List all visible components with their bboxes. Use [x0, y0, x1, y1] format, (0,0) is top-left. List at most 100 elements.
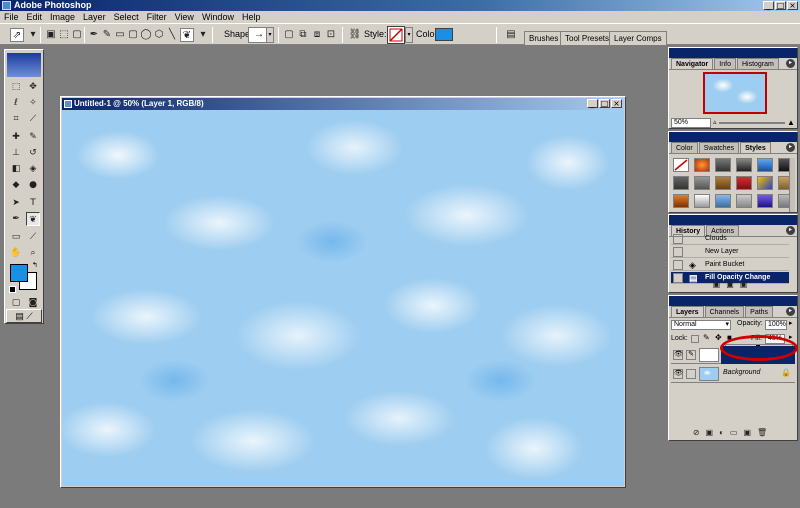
style-none-swatch[interactable]	[673, 158, 689, 172]
layer-link-box[interactable]	[686, 369, 696, 379]
zoom-tool-icon[interactable]: ⌕	[26, 246, 40, 260]
path-selection-tool-icon[interactable]: ➤	[9, 196, 23, 210]
tab-navigator[interactable]: Navigator	[671, 58, 714, 69]
blend-mode-select[interactable]: Normal ▾	[671, 320, 731, 330]
tab-info[interactable]: Info	[714, 58, 736, 69]
healing-brush-tool-icon[interactable]: ✚	[9, 130, 23, 144]
tab-channels[interactable]: Channels	[704, 306, 745, 317]
tab-color[interactable]: Color	[671, 142, 698, 153]
blur-tool-icon[interactable]: ◆	[9, 178, 23, 192]
tab-swatches[interactable]: Swatches	[698, 142, 740, 153]
maximize-button[interactable]: □	[775, 1, 786, 10]
navigator-zoom-field[interactable]: 50%	[671, 118, 711, 128]
menu-view[interactable]: View	[171, 11, 198, 23]
history-item[interactable]: Clouds	[671, 233, 789, 245]
menu-layer[interactable]: Layer	[79, 11, 110, 23]
custom-shape-icon[interactable]: ❦	[180, 28, 194, 42]
style-picker-arrow-icon[interactable]: ▾	[405, 27, 413, 43]
shape-color-swatch[interactable]	[435, 28, 453, 41]
eye-icon[interactable]: 👁	[673, 369, 683, 379]
style-swatch[interactable]	[694, 176, 710, 190]
palette-header[interactable]	[669, 48, 797, 58]
foreground-color-swatch[interactable]	[10, 264, 28, 282]
new-shape-layer-icon[interactable]: ▢	[282, 28, 296, 42]
tab-paths[interactable]: Paths	[745, 306, 774, 317]
style-swatch[interactable]	[736, 158, 752, 172]
palette-header[interactable]	[669, 215, 797, 225]
crop-tool-icon[interactable]: ⌗	[9, 112, 23, 126]
history-snapshot-checkbox[interactable]	[673, 260, 683, 270]
style-swatch[interactable]	[673, 176, 689, 190]
palette-menu-icon[interactable]: ▸	[786, 143, 795, 152]
style-swatch[interactable]	[715, 194, 731, 208]
shape-layers-icon[interactable]: ▣	[44, 28, 58, 42]
shape-picker-arrow-icon[interactable]: ▾	[266, 27, 274, 43]
well-tab-layer-comps[interactable]: Layer Comps	[609, 31, 667, 45]
doc-close-button[interactable]: ×	[611, 99, 622, 108]
palette-menu-icon[interactable]: ▸	[786, 59, 795, 68]
style-swatch[interactable]	[757, 194, 773, 208]
lock-position-icon[interactable]: ✥	[715, 333, 722, 342]
opacity-arrow-icon[interactable]: ▸	[789, 319, 793, 327]
paint-bucket-tool-icon[interactable]: ◈	[26, 162, 40, 176]
quick-mask-mode-icon[interactable]: ◙	[26, 296, 40, 310]
subtract-shape-icon[interactable]: ⧈	[310, 28, 324, 42]
rectangle-icon[interactable]: ▭	[113, 28, 127, 42]
line-icon[interactable]: ╲	[165, 28, 179, 42]
well-tab-tool-presets[interactable]: Tool Presets	[560, 31, 615, 45]
style-swatch[interactable]	[736, 176, 752, 190]
rounded-rectangle-icon[interactable]: ▢	[126, 28, 140, 42]
history-item[interactable]: New Layer	[671, 246, 789, 258]
style-swatch[interactable]	[694, 158, 710, 172]
layer-thumbnail[interactable]	[699, 348, 719, 362]
style-picker[interactable]	[387, 26, 405, 44]
close-button[interactable]: ×	[787, 1, 798, 10]
type-tool-icon[interactable]: T	[26, 196, 40, 210]
styles-scrollbar[interactable]	[789, 158, 795, 212]
style-swatch[interactable]	[694, 194, 710, 208]
palette-menu-icon[interactable]: ▸	[786, 307, 795, 316]
lock-image-icon[interactable]: ✎	[703, 333, 710, 342]
history-snapshot-checkbox[interactable]	[673, 234, 683, 244]
image-canvas-clouds[interactable]	[62, 110, 624, 486]
layer-thumbnail[interactable]	[699, 367, 719, 381]
opacity-field[interactable]: 100%	[765, 320, 787, 330]
layer-name[interactable]: Background	[723, 369, 760, 376]
history-item[interactable]: ◈ Paint Bucket	[671, 259, 789, 271]
palette-header[interactable]	[669, 132, 797, 142]
tool-preset-arrow-icon[interactable]: ▾	[26, 28, 40, 42]
menu-file[interactable]: File	[0, 11, 23, 23]
brush-tool-icon[interactable]: ✎	[26, 130, 40, 144]
menu-help[interactable]: Help	[238, 11, 265, 23]
lock-transparency-icon[interactable]	[691, 335, 699, 343]
history-snapshot-checkbox[interactable]	[673, 247, 683, 257]
doc-maximize-button[interactable]: □	[599, 99, 610, 108]
pen-icon[interactable]: ✒	[87, 28, 101, 42]
menu-image[interactable]: Image	[46, 11, 79, 23]
magic-wand-tool-icon[interactable]: ✧	[26, 96, 40, 110]
history-brush-tool-icon[interactable]: ↺	[26, 146, 40, 160]
layers-footer-icons[interactable]: ⊘▣◐▭▣🗑	[669, 428, 797, 438]
tool-preset-picker[interactable]: ⇗	[10, 28, 24, 42]
notes-tool-icon[interactable]: ▭	[9, 230, 23, 244]
tab-layers[interactable]: Layers	[671, 306, 704, 317]
navigator-zoom-slider[interactable]	[719, 122, 785, 124]
navigator-thumbnail[interactable]	[703, 72, 767, 114]
menu-select[interactable]: Select	[110, 11, 143, 23]
swap-colors-icon[interactable]: ↰	[32, 261, 38, 269]
tab-styles[interactable]: Styles	[740, 142, 771, 153]
default-colors-icon[interactable]	[9, 286, 16, 293]
style-swatch[interactable]	[736, 194, 752, 208]
custom-shape-tool-icon[interactable]: ❦	[26, 212, 40, 226]
eye-icon[interactable]: 👁	[673, 350, 683, 360]
brush-link-icon[interactable]: ✎	[686, 350, 696, 360]
paths-icon[interactable]: ⬚	[57, 28, 71, 42]
history-footer-icons[interactable]: ▣▣▣	[669, 280, 797, 290]
style-swatch[interactable]	[715, 176, 731, 190]
well-tab-brushes[interactable]: Brushes	[524, 31, 564, 45]
pen-tool-icon[interactable]: ✒	[9, 212, 23, 226]
menu-filter[interactable]: Filter	[143, 11, 171, 23]
add-to-shape-icon[interactable]: ⧉	[296, 28, 310, 42]
style-swatch[interactable]	[715, 158, 731, 172]
layer-row-background[interactable]: 👁 Background 🔒	[671, 365, 795, 383]
